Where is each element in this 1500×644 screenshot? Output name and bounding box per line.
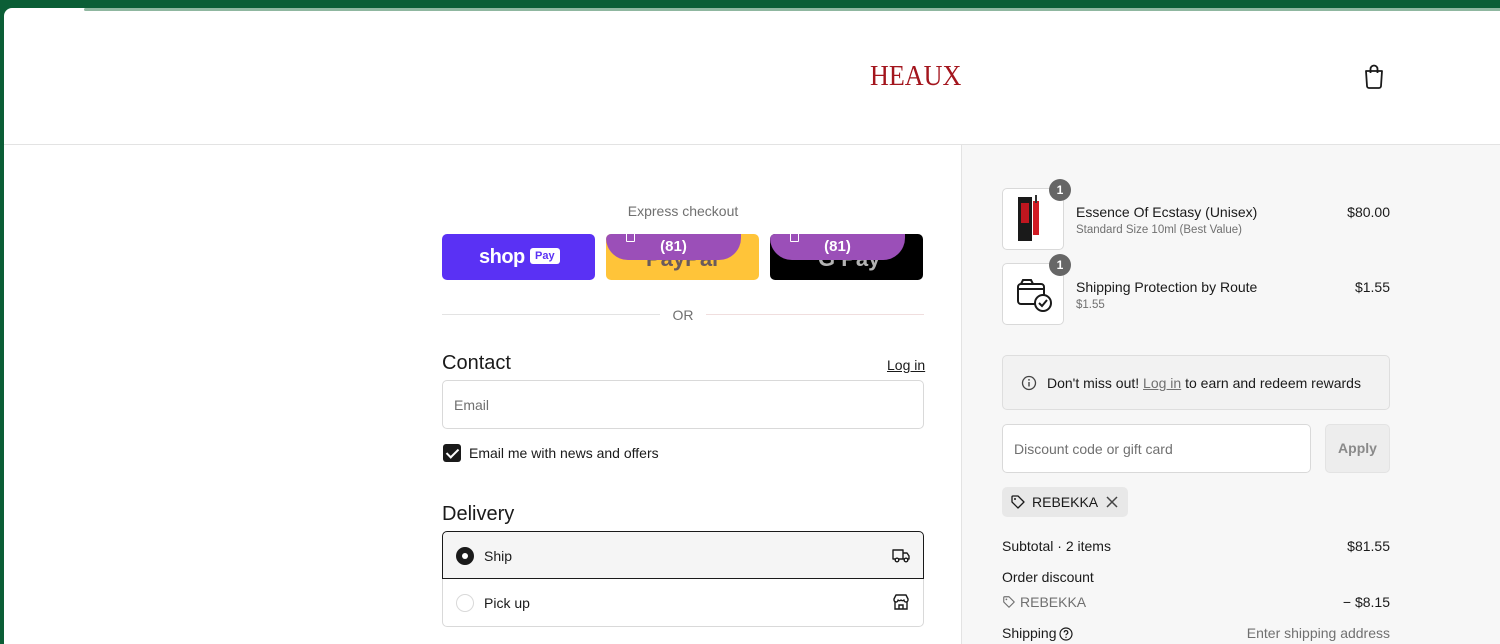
contact-heading: Contact — [442, 352, 511, 374]
info-icon — [1021, 375, 1037, 391]
overlay-badge[interactable]: (81) — [770, 234, 905, 260]
divider-right — [706, 314, 924, 315]
item-name: Shipping Protection by Route — [1076, 279, 1258, 295]
shipping-value: Enter shipping address — [1246, 625, 1390, 641]
quantity-badge: 1 — [1049, 179, 1071, 201]
order-summary: 1 Essence Of Ecstasy (Unisex) Standard S… — [961, 145, 1500, 644]
store-icon — [893, 594, 909, 610]
order-discount-label: Order discount — [1002, 569, 1094, 585]
ship-radio[interactable] — [456, 547, 474, 565]
shopping-bag-icon[interactable] — [1362, 63, 1386, 89]
apply-button[interactable]: Apply — [1325, 424, 1390, 473]
divider-left — [442, 314, 660, 315]
google-pay-button[interactable]: G Pay (81) — [770, 234, 923, 280]
line-item: 1 Shipping Protection by Route $1.55 $1.… — [1002, 254, 1390, 325]
quantity-badge: 1 — [1049, 254, 1071, 276]
overlay-count: (81) — [660, 238, 687, 255]
discount-field[interactable] — [1002, 424, 1311, 473]
delivery-heading: Delivery — [442, 503, 515, 525]
item-price: $1.55 — [1354, 279, 1390, 295]
ship-label: Ship — [484, 548, 513, 564]
truck-icon — [892, 549, 910, 563]
item-price: $80.00 — [1347, 204, 1390, 220]
tag-icon — [1003, 596, 1015, 608]
paypal-button[interactable]: PayPal (81) — [606, 234, 759, 280]
checkout-window: HEAUX Express checkout shop Pay PayPal (… — [4, 8, 1500, 644]
login-link[interactable]: Log in — [887, 357, 925, 373]
brand-logo[interactable]: HEAUX — [870, 60, 961, 93]
express-checkout-title: Express checkout — [627, 203, 739, 219]
email-input[interactable] — [443, 381, 923, 428]
subtotal-value: $81.55 — [1347, 538, 1390, 554]
overlay-square-icon — [626, 234, 635, 242]
line-item: 1 Essence Of Ecstasy (Unisex) Standard S… — [1002, 179, 1390, 250]
applied-discount-chip: REBEKKA — [1002, 487, 1129, 517]
delivery-options: Ship Pick up — [442, 531, 924, 628]
subtotal-row: Subtotal · 2 items $81.55 — [1002, 538, 1390, 554]
shipping-label: Shipping — [1002, 625, 1057, 641]
overlay-badge[interactable]: (81) — [606, 234, 741, 260]
overlay-count: (81) — [824, 238, 851, 255]
news-checkbox[interactable] — [443, 444, 461, 462]
delivery-option-ship[interactable]: Ship — [442, 531, 924, 579]
discount-input[interactable] — [1003, 425, 1310, 472]
pickup-radio[interactable] — [456, 594, 474, 612]
shop-pay-logo: shop — [479, 246, 525, 268]
applied-discount-code: REBEKKA — [1032, 494, 1099, 510]
shipping-row: Shipping Enter shipping address — [1002, 625, 1390, 641]
item-variant: $1.55 — [1076, 299, 1105, 311]
item-variant: Standard Size 10ml (Best Value) — [1076, 224, 1242, 236]
discount-value: − $8.15 — [1342, 594, 1390, 610]
delivery-option-pickup[interactable]: Pick up — [442, 579, 924, 627]
discount-code-label: REBEKKA — [1020, 594, 1087, 610]
rewards-suffix: to earn and redeem rewards — [1185, 375, 1361, 391]
help-icon[interactable] — [1059, 627, 1073, 641]
shop-pay-button[interactable]: shop Pay — [442, 234, 595, 280]
email-field[interactable] — [442, 380, 924, 429]
rewards-banner: Don't miss out! Log in to earn and redee… — [1002, 355, 1390, 410]
overlay-square-icon — [790, 234, 799, 242]
remove-discount-icon[interactable] — [1105, 495, 1119, 509]
shop-pay-badge: Pay — [530, 248, 560, 264]
pickup-label: Pick up — [484, 595, 530, 611]
or-divider-label: OR — [672, 307, 694, 323]
rewards-prefix: Don't miss out! — [1047, 375, 1140, 391]
news-checkbox-label[interactable]: Email me with news and offers — [469, 445, 659, 461]
subtotal-label: Subtotal · 2 items — [1002, 538, 1111, 554]
rewards-text: Don't miss out! Log in to earn and redee… — [1047, 375, 1361, 391]
order-discount-row: Order discount — [1002, 569, 1390, 585]
checkout-form: Express checkout shop Pay PayPal (81) G … — [4, 145, 961, 644]
rewards-login-link[interactable]: Log in — [1143, 375, 1181, 391]
item-name: Essence Of Ecstasy (Unisex) — [1076, 204, 1258, 220]
tag-icon — [1011, 495, 1025, 509]
discount-code-row: REBEKKA − $8.15 — [1002, 594, 1390, 610]
site-header: HEAUX — [4, 8, 1500, 145]
